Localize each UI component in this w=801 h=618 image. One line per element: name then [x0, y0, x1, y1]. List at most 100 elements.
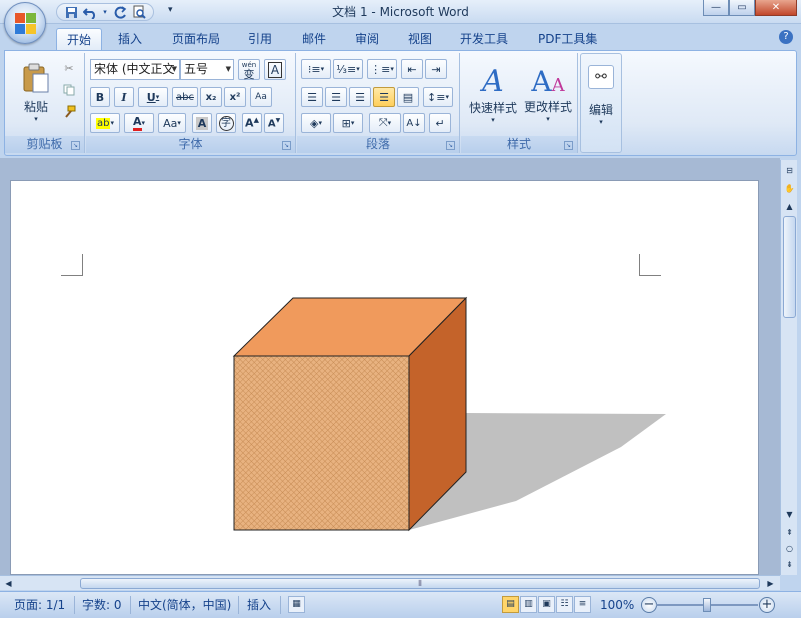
format-painter-button[interactable] [59, 103, 79, 121]
clear-formatting-button[interactable]: Aa [250, 87, 272, 107]
change-styles-button[interactable]: AA 更改样式 ▾ [521, 57, 575, 131]
dialog-launcher-icon[interactable]: ↘ [564, 141, 573, 150]
character-shading-button[interactable]: A [192, 113, 212, 133]
line-spacing-button[interactable]: ↕≡ ▾ [423, 87, 453, 107]
enclose-characters-button[interactable]: 字 [216, 113, 236, 133]
increase-indent-icon: ⇥ [431, 62, 441, 76]
previous-page-icon[interactable]: ⇞ [783, 526, 796, 539]
sort-button[interactable]: A↓ [403, 113, 425, 133]
help-icon[interactable]: ? [779, 30, 793, 44]
highlight-button[interactable]: ab ▾ [90, 113, 120, 133]
paste-button[interactable]: 粘贴 ▾ [13, 57, 59, 127]
maximize-button[interactable]: ▭ [729, 0, 755, 16]
styles-group-label: 样式 [461, 136, 577, 153]
zoom-level[interactable]: 100% [600, 597, 634, 614]
borders-button[interactable]: ⊞ ▾ [333, 113, 363, 133]
increase-indent-button[interactable]: ⇥ [425, 59, 447, 79]
editing-button[interactable]: ⚯ 编辑 ▾ [585, 58, 617, 132]
italic-button[interactable]: I [114, 87, 134, 107]
page-count[interactable]: 页面: 1/1 [14, 597, 65, 614]
character-border-button[interactable]: A [264, 59, 286, 80]
align-right-button[interactable]: ☰ [349, 87, 371, 107]
ruler-toggle-icon[interactable]: ⊟ [783, 164, 796, 177]
next-page-icon[interactable]: ⇟ [783, 558, 796, 571]
subscript-button[interactable]: x₂ [200, 87, 222, 107]
enclose-characters-icon: 字 [218, 115, 234, 131]
tab-references[interactable]: 引用 [238, 28, 282, 50]
strikethrough-button[interactable]: abc [172, 87, 198, 107]
font-size-combo[interactable]: 五号 ▼ [180, 59, 234, 80]
status-divider [238, 596, 239, 614]
format-painter-icon [65, 105, 76, 118]
print-layout-view-button[interactable]: ▤ [502, 596, 519, 613]
horizontal-scroll-thumb[interactable]: ⦀ [80, 578, 760, 589]
hand-icon[interactable]: ✋ [783, 182, 796, 195]
font-name-combo[interactable]: 宋体 (中文正文 ▼ [90, 59, 180, 80]
bold-button[interactable]: B [90, 87, 110, 107]
phonetic-guide-button[interactable]: wén 变 [238, 59, 260, 80]
tab-review[interactable]: 审阅 [345, 28, 389, 50]
show-marks-button[interactable]: ↵ [429, 113, 451, 133]
change-case-button[interactable]: Aa ▾ [158, 113, 186, 133]
numbering-button[interactable]: ⅓≡ ▾ [333, 59, 363, 79]
web-layout-button[interactable]: ▣ [538, 596, 555, 613]
grow-font-button[interactable]: A▲ [242, 113, 262, 133]
zoom-out-icon[interactable]: − [641, 597, 657, 613]
decrease-indent-button[interactable]: ⇤ [401, 59, 423, 79]
office-button[interactable] [4, 2, 46, 44]
dialog-launcher-icon[interactable]: ↘ [446, 141, 455, 150]
tab-developer[interactable]: 开发工具 [450, 28, 518, 50]
shading-button[interactable]: ◈ ▾ [301, 113, 331, 133]
align-center-button[interactable]: ☰ [325, 87, 347, 107]
close-button[interactable]: ✕ [755, 0, 797, 16]
chevron-down-icon: ▾ [599, 117, 603, 126]
browse-object-icon[interactable]: ○ [783, 542, 796, 555]
window-controls: — ▭ ✕ [703, 0, 797, 16]
scissors-icon: ✂ [64, 61, 74, 75]
tab-view[interactable]: 视图 [398, 28, 442, 50]
cube-drawing[interactable] [11, 181, 759, 575]
macro-record-icon[interactable]: ▦ [288, 596, 305, 613]
align-left-button[interactable]: ☰ [301, 87, 323, 107]
document-page[interactable] [10, 180, 759, 575]
dialog-launcher-icon[interactable]: ↘ [71, 141, 80, 150]
justify-button[interactable]: ☰ [373, 87, 395, 107]
minimize-button[interactable]: — [703, 0, 729, 16]
shrink-font-button[interactable]: A▼ [264, 113, 284, 133]
tab-mailings[interactable]: 邮件 [292, 28, 336, 50]
horizontal-scrollbar[interactable]: ◀ ⦀ ▶ [0, 575, 780, 590]
outline-view-button[interactable]: ☷ [556, 596, 573, 613]
distributed-button[interactable]: ▤ [397, 87, 419, 107]
cut-button[interactable]: ✂ [59, 59, 79, 77]
word-count[interactable]: 字数: 0 [82, 597, 122, 614]
scroll-left-icon[interactable]: ◀ [2, 577, 15, 590]
tab-page-layout[interactable]: 页面布局 [162, 28, 230, 50]
office-logo-icon [15, 13, 37, 35]
language-indicator[interactable]: 中文(简体，中国) [138, 597, 231, 614]
underline-button[interactable]: U ▾ [138, 87, 168, 107]
full-screen-reading-button[interactable]: ▥ [520, 596, 537, 613]
copy-button[interactable] [59, 81, 79, 99]
vertical-scroll-thumb[interactable] [783, 216, 796, 318]
multilevel-list-icon: ⋮≡ [370, 62, 391, 76]
zoom-in-icon[interactable]: + [759, 597, 775, 613]
scroll-up-icon[interactable]: ▲ [783, 200, 796, 213]
scroll-right-icon[interactable]: ▶ [764, 577, 777, 590]
font-name-value: 宋体 (中文正文 [94, 62, 175, 76]
bullets-button[interactable]: ⁝≡ ▾ [301, 59, 331, 79]
tab-home[interactable]: 开始 [56, 28, 103, 50]
insert-mode-indicator[interactable]: 插入 [247, 597, 271, 614]
chinese-layout-button[interactable]: ⤧ ▾ [369, 113, 401, 133]
vertical-scrollbar[interactable]: ⊟ ✋ ▲ ▼ ⇞ ○ ⇟ [780, 160, 797, 575]
zoom-slider-thumb[interactable] [703, 598, 711, 612]
font-color-button[interactable]: A ▾ [124, 113, 154, 133]
superscript-button[interactable]: x² [224, 87, 246, 107]
scroll-down-icon[interactable]: ▼ [783, 508, 796, 521]
draft-view-button[interactable]: ≡ [574, 596, 591, 613]
chevron-down-icon: ▾ [34, 114, 38, 123]
dialog-launcher-icon[interactable]: ↘ [282, 141, 291, 150]
quick-styles-button[interactable]: A 快速样式 ▾ [465, 57, 521, 131]
tab-insert[interactable]: 插入 [108, 28, 152, 50]
tab-pdf-tools[interactable]: PDF工具集 [528, 28, 607, 50]
multilevel-list-button[interactable]: ⋮≡ ▾ [367, 59, 397, 79]
